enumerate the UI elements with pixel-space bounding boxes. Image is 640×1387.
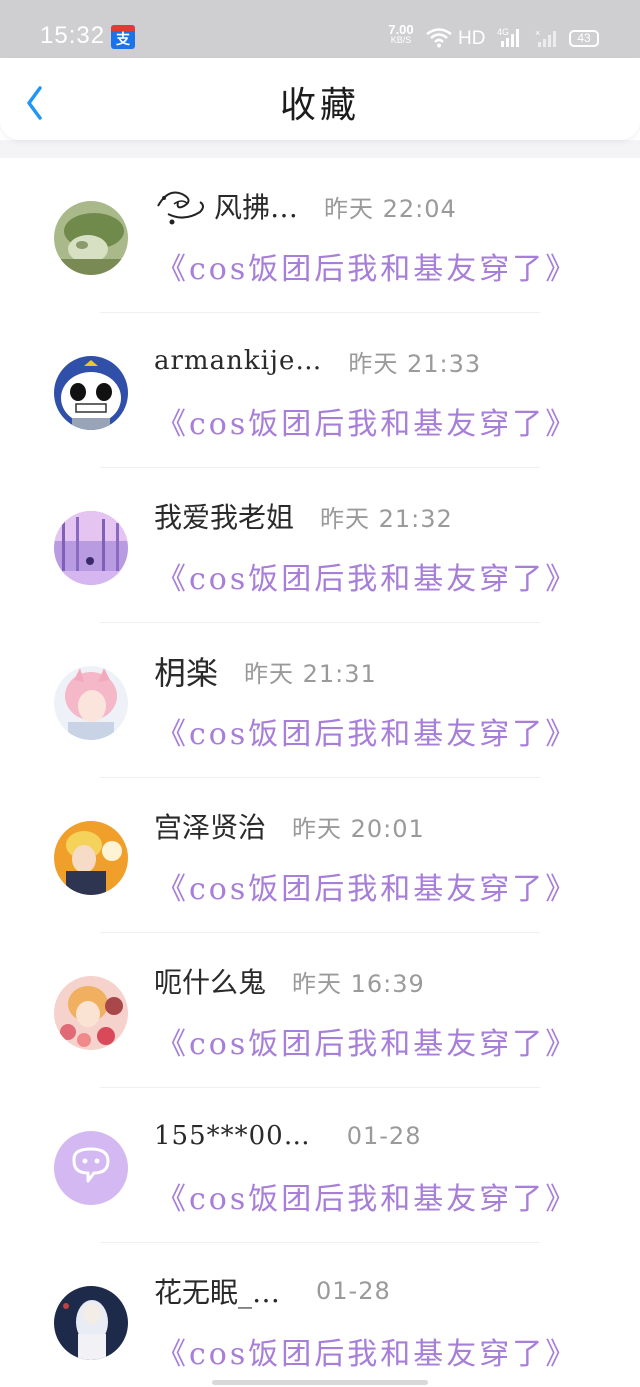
battery-icon: 43 <box>569 30 599 47</box>
timestamp: 昨天 21:33 <box>348 349 482 378</box>
status-bar: 15:32 支 7.00 KB/S HD 4G × 43 <box>0 0 640 58</box>
name-line: 花无眠_… 01-28 <box>154 1271 391 1311</box>
post-title[interactable]: 《cos饭团后我和基友穿了》 <box>156 1174 578 1218</box>
header-divider <box>0 140 640 158</box>
header-bar: 收藏 <box>0 58 640 140</box>
network-speed: 7.00 KB/S <box>384 22 418 46</box>
user-name: armankije… <box>154 346 323 376</box>
name-line: 枂楽 昨天 21:31 <box>154 651 377 692</box>
post-title[interactable]: 《cos饭团后我和基友穿了》 <box>156 1019 578 1063</box>
alipay-notification-icon: 支 <box>111 25 135 49</box>
signal-4g-icon: 4G <box>497 27 519 47</box>
name-line: 呃什么鬼 昨天 16:39 <box>154 961 425 1001</box>
chat-bubble-icon <box>54 1131 128 1205</box>
list-item[interactable]: 宫泽贤治 昨天 20:01 《cos饭团后我和基友穿了》 <box>0 778 640 933</box>
timestamp: 01-28 <box>316 1277 391 1305</box>
signal-empty-icon: × <box>535 28 556 47</box>
post-title[interactable]: 《cos饭团后我和基友穿了》 <box>156 244 578 288</box>
list-item[interactable]: 155***00… 01-28 《cos饭团后我和基友穿了》 <box>0 1088 640 1243</box>
name-line: 我爱我老姐 昨天 21:32 <box>154 496 453 536</box>
avatar[interactable] <box>54 666 128 740</box>
name-line: armankije… 昨天 21:33 <box>154 341 481 381</box>
avatar[interactable] <box>54 976 128 1050</box>
avatar[interactable] <box>54 821 128 895</box>
timestamp: 昨天 20:01 <box>292 814 425 843</box>
name-line: 155***00… 01-28 <box>154 1116 421 1156</box>
user-name: 155***00… <box>154 1121 311 1151</box>
notification-icon-text: 支 <box>116 32 130 48</box>
svg-text:×: × <box>535 28 540 38</box>
timestamp: 昨天 16:39 <box>292 969 425 998</box>
timestamp: 昨天 22:04 <box>324 194 457 223</box>
avatar[interactable] <box>54 201 128 275</box>
timestamp: 01-28 <box>346 1122 422 1150</box>
list-item[interactable]: 枂楽 昨天 21:31 《cos饭团后我和基友穿了》 <box>0 623 640 778</box>
net-speed-value: 7.00 <box>388 22 414 37</box>
hd-label: HD <box>458 28 486 49</box>
post-title[interactable]: 《cos饭团后我和基友穿了》 <box>156 554 578 598</box>
list-item[interactable]: armankije… 昨天 21:33 《cos饭团后我和基友穿了》 <box>0 313 640 468</box>
user-name: 枂楽 <box>154 654 219 692</box>
name-line: 宫泽贤治 昨天 20:01 <box>154 806 425 846</box>
favorites-list: 风拂… 昨天 22:04 《cos饭团后我和基友穿了》 armankije… 昨… <box>0 158 640 1387</box>
avatar[interactable] <box>54 511 128 585</box>
user-name: 呃什么鬼 <box>154 966 267 999</box>
user-name: 风拂… <box>214 191 299 224</box>
list-item[interactable]: 风拂… 昨天 22:04 《cos饭团后我和基友穿了》 <box>0 158 640 313</box>
list-item[interactable]: 我爱我老姐 昨天 21:32 《cos饭团后我和基友穿了》 <box>0 468 640 623</box>
user-name: 宫泽贤治 <box>154 811 267 844</box>
avatar[interactable] <box>54 356 128 430</box>
status-time: 15:32 <box>40 22 106 49</box>
page-title: 收藏 <box>279 85 360 126</box>
post-title[interactable]: 《cos饭团后我和基友穿了》 <box>156 399 578 443</box>
wifi-icon <box>426 28 452 48</box>
svg-text:4G: 4G <box>497 27 509 37</box>
user-name: 花无眠_… <box>154 1276 281 1309</box>
post-title[interactable]: 《cos饭团后我和基友穿了》 <box>156 864 578 908</box>
name-line: 风拂… 昨天 22:04 <box>154 186 457 226</box>
swirl-decoration-icon <box>157 191 204 225</box>
user-name: 我爱我老姐 <box>154 501 295 534</box>
timestamp: 昨天 21:31 <box>244 659 377 688</box>
avatar[interactable] <box>54 1131 128 1205</box>
post-title[interactable]: 《cos饭团后我和基友穿了》 <box>156 709 578 753</box>
post-title[interactable]: 《cos饭团后我和基友穿了》 <box>156 1329 578 1373</box>
list-item[interactable]: 呃什么鬼 昨天 16:39 《cos饭团后我和基友穿了》 <box>0 933 640 1088</box>
home-indicator[interactable] <box>212 1380 428 1385</box>
list-item[interactable]: 花无眠_… 01-28 《cos饭团后我和基友穿了》 <box>0 1243 640 1387</box>
timestamp: 昨天 21:32 <box>320 504 453 533</box>
avatar[interactable] <box>54 1286 128 1360</box>
